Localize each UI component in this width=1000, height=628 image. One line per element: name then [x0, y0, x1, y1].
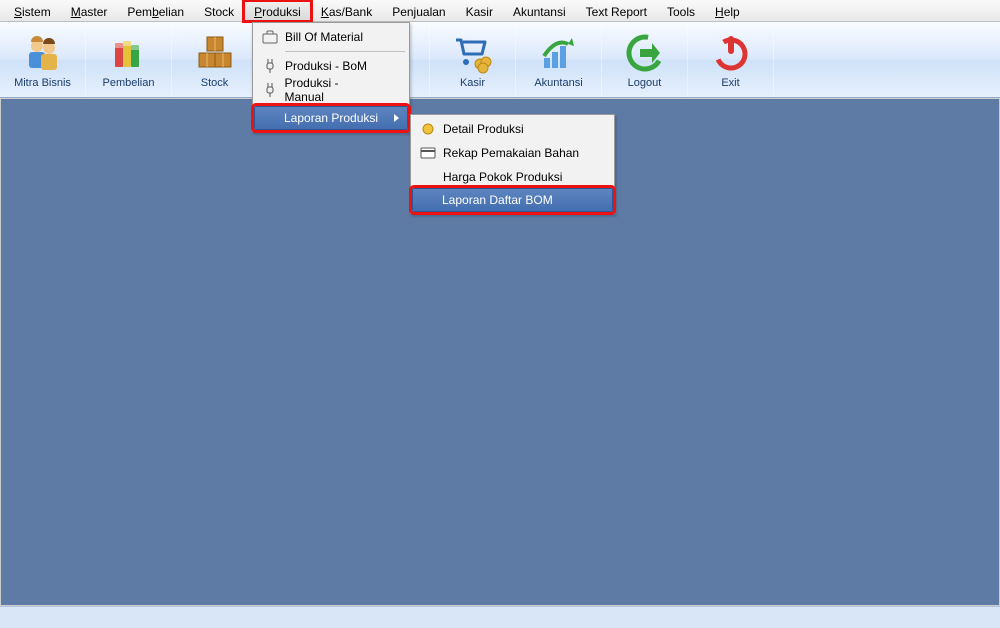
- menu-laporan-daftar-bom[interactable]: Laporan Daftar BOM: [412, 188, 613, 212]
- menu-label: Stock: [204, 5, 234, 19]
- books-icon: [107, 31, 151, 75]
- status-bar: [0, 606, 1000, 628]
- menu-pembelian[interactable]: Pembelian: [117, 1, 194, 21]
- menu-separator: [285, 51, 405, 52]
- menu-label: Penjualan: [392, 5, 445, 19]
- toolbar-pembelian[interactable]: Pembelian: [86, 22, 172, 97]
- menu-akuntansi[interactable]: Akuntansi: [503, 1, 576, 21]
- toolbar-label: Exit: [721, 77, 739, 89]
- toolbar-label: Stock: [201, 77, 229, 89]
- menu-master[interactable]: Master: [61, 1, 118, 21]
- toolbar-label: Akuntansi: [534, 77, 582, 89]
- menu-kasbank[interactable]: Kas/Bank: [311, 1, 382, 21]
- menu-sistem[interactable]: Sistem: [4, 1, 61, 21]
- cart-coins-icon: [451, 31, 495, 75]
- menu-textreport[interactable]: Text Report: [576, 1, 657, 21]
- toolbar-akuntansi[interactable]: Akuntansi: [516, 22, 602, 97]
- menu-produksi[interactable]: Produksi: [244, 1, 311, 21]
- dropdown-laporan-produksi: Detail Produksi Rekap Pemakaian Bahan Ha…: [410, 114, 615, 214]
- dd-label: Harga Pokok Produksi: [443, 170, 562, 184]
- toolbar-label: Kasir: [460, 77, 485, 89]
- menu-help[interactable]: Help: [705, 1, 750, 21]
- menu-label: roduksi: [262, 5, 301, 19]
- dd-label: Rekap Pemakaian Bahan: [443, 146, 579, 160]
- menu-label: elp: [724, 5, 740, 19]
- toolbar-exit[interactable]: Exit: [688, 22, 774, 97]
- menu-label: Tools: [667, 5, 695, 19]
- menu-produksi-manual[interactable]: Produksi - Manual: [255, 78, 407, 102]
- dd-label: Produksi - Manual: [285, 76, 380, 104]
- toolbar-label: Logout: [628, 77, 662, 89]
- menu-label: Text Report: [586, 5, 647, 19]
- dropdown-produksi: Bill Of Material Produksi - BoM Produksi…: [252, 22, 410, 132]
- menu-bill-of-material[interactable]: Bill Of Material: [255, 25, 407, 49]
- boxes-icon: [193, 31, 237, 75]
- menu-detail-produksi[interactable]: Detail Produksi: [413, 117, 612, 141]
- menu-label: Pem: [127, 5, 152, 19]
- plug-icon: [259, 82, 281, 98]
- menu-stock[interactable]: Stock: [194, 1, 244, 21]
- toolbar-label: Pembelian: [103, 77, 155, 89]
- dd-label: Laporan Daftar BOM: [442, 193, 553, 207]
- toolbar-kasir[interactable]: Kasir: [430, 22, 516, 97]
- menu-laporan-produksi[interactable]: Laporan Produksi: [254, 106, 408, 130]
- toolbar-logout[interactable]: Logout: [602, 22, 688, 97]
- logout-icon: [623, 31, 667, 75]
- toolbar: Mitra Bisnis Pembelian S: [0, 22, 1000, 98]
- menu-penjualan[interactable]: Penjualan: [382, 1, 455, 21]
- menu-rekap-pemakaian-bahan[interactable]: Rekap Pemakaian Bahan: [413, 141, 612, 165]
- briefcase-icon: [259, 30, 281, 44]
- toolbar-stock[interactable]: Stock: [172, 22, 258, 97]
- card-icon: [417, 147, 439, 159]
- dd-label: Laporan Produksi: [284, 111, 378, 125]
- menubar: Sistem Master Pembelian Stock Produksi K…: [0, 0, 1000, 22]
- menu-harga-pokok-produksi[interactable]: Harga Pokok Produksi: [413, 165, 612, 189]
- toolbar-mitra-bisnis[interactable]: Mitra Bisnis: [0, 22, 86, 97]
- menu-label: istem: [22, 5, 51, 19]
- menu-produksi-bom[interactable]: Produksi - BoM: [255, 54, 407, 78]
- dd-label: Detail Produksi: [443, 122, 524, 136]
- menu-kasir[interactable]: Kasir: [456, 1, 503, 21]
- menu-separator: [285, 104, 405, 105]
- people-icon: [21, 31, 65, 75]
- dd-label: Bill Of Material: [285, 30, 363, 44]
- asterisk-icon: [417, 122, 439, 136]
- toolbar-label: Mitra Bisnis: [14, 77, 71, 89]
- menu-label: as/Bank: [329, 5, 372, 19]
- chart-arrow-icon: [537, 31, 581, 75]
- menu-label: aster: [81, 5, 108, 19]
- menu-label: Kasir: [466, 5, 493, 19]
- dd-label: Produksi - BoM: [285, 59, 367, 73]
- menu-tools[interactable]: Tools: [657, 1, 705, 21]
- power-icon: [709, 31, 753, 75]
- menu-label: Akuntansi: [513, 5, 566, 19]
- plug-icon: [259, 58, 281, 74]
